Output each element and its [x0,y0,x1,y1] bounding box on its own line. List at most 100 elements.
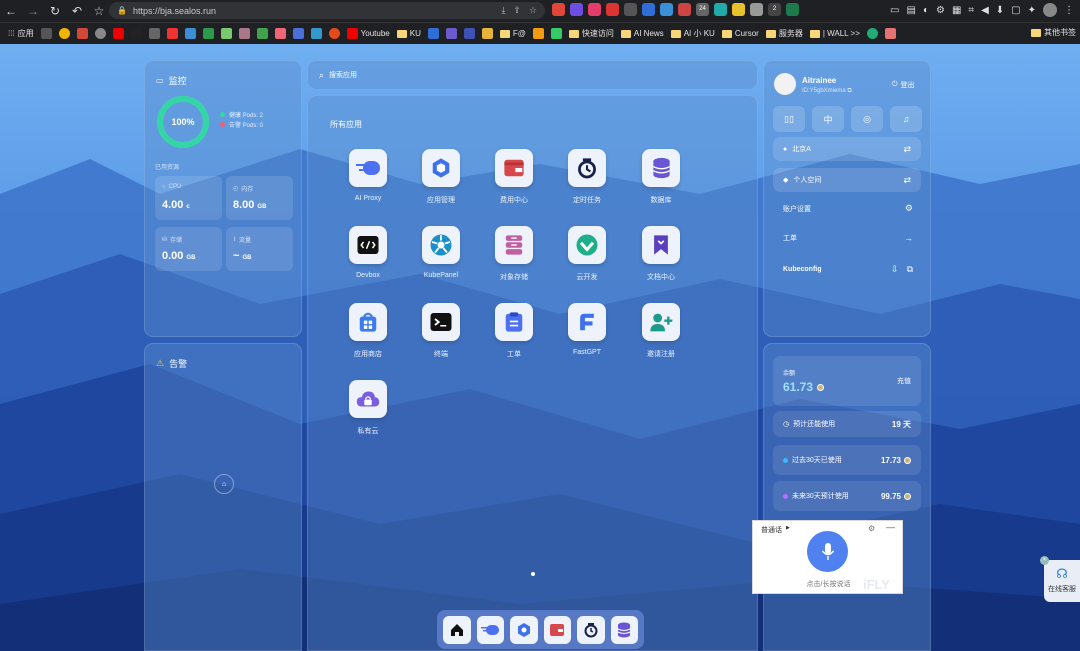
workorder-item[interactable]: 工单 → [783,233,913,243]
app-app-store[interactable]: 应用商店 [338,303,398,359]
app-app-manage[interactable]: 应用管理 [411,149,471,205]
gmail-icon[interactable] [76,28,88,39]
bookmark-folder-ku[interactable]: KU [396,29,421,38]
star-icon[interactable]: ☆ [88,0,110,22]
app-ai-proxy[interactable]: AI Proxy [338,149,398,202]
puzzle-icon[interactable]: ◐ [923,5,929,16]
app-terminal[interactable]: 终端 [411,303,471,359]
extension-icon[interactable] [552,3,565,16]
voice-mode-selector[interactable]: 普通话 ▶ [761,525,790,535]
download-icon[interactable]: ⬇ [996,5,1004,16]
bookmark-favicon[interactable] [274,28,286,39]
extensions-icon[interactable]: ✦ [1028,5,1036,16]
sidebar-icon[interactable]: ▢ [1011,5,1020,16]
workspace-switcher[interactable]: ◆ 个人空间 ⇄ [773,168,921,192]
extension-icon[interactable] [588,3,601,16]
bookmark-folder-f[interactable]: F@ [499,29,526,38]
language-button[interactable]: 中 [812,106,844,132]
app-fastgpt[interactable]: FastGPT [557,303,617,356]
bookmark-favicon[interactable] [866,28,878,39]
user-avatar[interactable] [774,73,796,95]
app-kubepanel[interactable]: KubePanel [411,226,471,279]
voice-minimize-icon[interactable]: — [886,522,895,532]
extension-icon[interactable] [678,3,691,16]
app-cronjob[interactable]: 定时任务 [557,149,617,205]
dock-app-manage[interactable] [510,615,538,644]
doc-icon[interactable]: ▤ [907,5,916,16]
app-workorder[interactable]: 工单 [484,303,544,359]
tab-search-icon[interactable]: ▭ [890,5,899,16]
app-cost-center[interactable]: 费用中心 [484,149,544,205]
bookmark-favicon[interactable] [532,28,544,39]
forward-icon[interactable]: → [22,0,44,22]
dock-ai-proxy[interactable] [476,615,504,644]
volume-icon[interactable]: ◀ [981,5,989,16]
app-cloud-dev[interactable]: 云开发 [557,226,617,282]
microphone-button[interactable] [807,531,848,572]
dock-database[interactable] [610,615,638,644]
bookmark-apps[interactable]: ⁞⁞⁞ 应用 [8,28,34,39]
x-icon[interactable] [130,28,142,39]
app-devbox[interactable]: Devbox [338,226,398,279]
account-settings-item[interactable]: 账户设置 ⚙ [783,203,913,214]
dock-home-button[interactable] [443,615,471,644]
bookmark-favicon[interactable] [166,28,178,39]
bookmark-folder-wall[interactable]: | WALL >> [809,29,860,38]
extension-icon[interactable] [624,3,637,16]
online-support-button[interactable]: ☊ 在线客服 × [1040,556,1080,602]
bookmark-youtube[interactable]: Youtube [346,28,390,39]
github-button[interactable]: ◎ [851,106,883,132]
bookmark-favicon[interactable] [40,28,52,39]
notification-button[interactable]: ♫ [890,106,922,132]
user-id[interactable]: ID:Y5gbXmiema ⧉ [802,88,852,95]
back-icon[interactable]: ← [0,0,22,22]
app-invite[interactable]: 邀请注册 [631,303,691,359]
app-private-cloud[interactable]: 私有云 [338,380,398,436]
bookmark-folder-server[interactable]: 服务器 [765,28,803,39]
copy-icon[interactable]: ⧉ [907,264,913,275]
extension-icon[interactable]: 24 [696,3,709,16]
share-icon[interactable]: ⇪ [513,5,521,16]
bookmark-favicon[interactable] [328,28,340,39]
extension-icon[interactable] [606,3,619,16]
app-docs[interactable]: 文档中心 [631,226,691,282]
logout-button[interactable]: ⏻ 登出 [892,80,915,90]
bookmark-folder-cursor[interactable]: Cursor [721,29,759,38]
app-object-storage[interactable]: 对象存储 [484,226,544,282]
close-icon[interactable]: × [1040,556,1049,565]
bookmark-folder-aiku[interactable]: AI 小 KU [670,28,715,39]
bookmark-folder-other[interactable]: 其他书签 [1031,27,1076,38]
bookmark-favicon[interactable] [550,28,562,39]
extension-icon[interactable] [570,3,583,16]
crop-icon[interactable]: ⌗ [968,5,974,16]
voice-settings-icon[interactable]: ⚙ [868,524,875,533]
dock-cronjob[interactable] [577,615,605,644]
extension-icon[interactable] [642,3,655,16]
extension-icon[interactable] [714,3,727,16]
bookmark-favicon[interactable] [445,28,457,39]
extension-icon[interactable]: 2 [768,3,781,16]
extension-icon[interactable] [786,3,799,16]
bookmark-favicon[interactable] [884,28,896,39]
github-icon[interactable] [94,28,106,39]
region-switcher[interactable]: ● 北京A ⇄ [773,137,921,161]
bookmark-favicon[interactable] [256,28,268,39]
dock-cost-center[interactable] [543,615,571,644]
recharge-button[interactable]: 充值 [897,376,911,386]
install-icon[interactable]: ⤓ [501,5,505,16]
youtube-icon[interactable] [112,28,124,39]
bookmark-folder-quick[interactable]: 快速访问 [568,28,614,39]
bookmark-favicon[interactable] [463,28,475,39]
copy-icon[interactable]: ⧉ [847,88,851,94]
bookmark-favicon[interactable] [202,28,214,39]
bookmark-favicon[interactable] [58,28,70,39]
kubeconfig-item[interactable]: Kubeconfig ⇩ ⧉ [783,264,913,275]
bookmark-star-icon[interactable]: ☆ [529,5,537,16]
extension-icon[interactable] [732,3,745,16]
app-database[interactable]: 数据库 [631,149,691,205]
reload-icon[interactable]: ↻ [44,0,66,22]
docs-book-button[interactable]: ▯▯ [773,106,805,132]
address-bar[interactable]: 🔒 https://bja.sealos.run ⤓ ⇪ ☆ [109,2,545,19]
menu-icon[interactable]: ⋮ [1064,5,1074,16]
profile-avatar[interactable] [1043,3,1057,17]
